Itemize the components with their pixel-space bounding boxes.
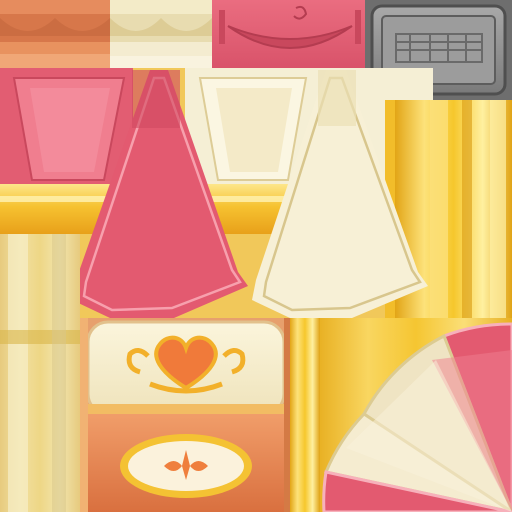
scallop-trim-orange bbox=[0, 0, 110, 68]
heart-crest-panel bbox=[80, 318, 290, 512]
swag-curtain-pink bbox=[212, 0, 365, 68]
scallop-trim-cream bbox=[110, 0, 212, 68]
texture-atlas bbox=[0, 0, 512, 512]
pie-fan bbox=[320, 318, 512, 512]
pennant-pink bbox=[0, 68, 133, 188]
cream-stone-block bbox=[0, 234, 80, 512]
strip-icon bbox=[290, 318, 320, 512]
